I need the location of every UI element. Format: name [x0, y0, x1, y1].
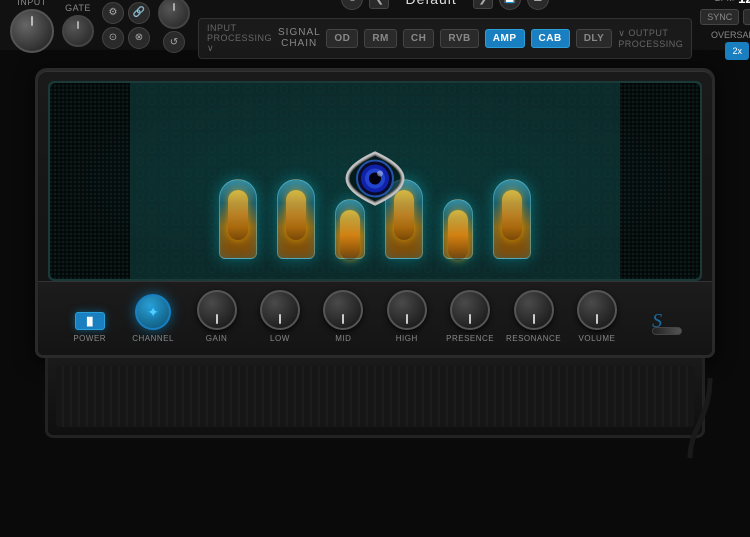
input-icon-row-bottom: ⊙ ⊗	[102, 27, 150, 49]
amp-logo	[310, 144, 440, 219]
input-knob[interactable]	[10, 9, 54, 53]
high-knob[interactable]	[387, 290, 427, 330]
center-section: ⊙ ❮ Default ❯ 💾 ☰ INPUT PROCESSING ∨ SIG…	[190, 0, 700, 63]
stereo-icon[interactable]: ⊗	[128, 27, 150, 49]
signal-chain-bar: INPUT PROCESSING ∨ SIGNAL CHAIN OD RM CH…	[198, 18, 692, 59]
tube-1	[219, 179, 257, 259]
amp-section: ▐▌ POWER CHANNEL GAIN LOW	[0, 50, 750, 456]
mid-label: MID	[335, 334, 351, 343]
input-knob-group: INPUT	[10, 0, 54, 53]
mid-group: MID	[312, 290, 375, 343]
prev-button[interactable]: ❮	[369, 0, 389, 9]
volume-knob[interactable]	[577, 290, 617, 330]
bpm-row: BPM 120	[715, 0, 750, 6]
fx-od[interactable]: OD	[326, 29, 358, 48]
copy-icon[interactable]: ⊙	[341, 0, 363, 10]
link-icon[interactable]: 🔗	[128, 2, 150, 24]
preset-name: Default	[395, 0, 466, 7]
sync-button[interactable]: SYNC	[700, 9, 739, 25]
presence-label: PRESENCE	[446, 334, 494, 343]
output-processing-label: ∨ OUTPUT PROCESSING	[618, 28, 683, 49]
input-section: INPUT GATE ⚙ 🔗 ⊙ ⊗ ↺	[10, 0, 190, 53]
gate-knob2[interactable]	[158, 0, 190, 29]
jack-connector	[652, 327, 682, 335]
bpm-label: BPM	[715, 0, 735, 3]
fx-rm[interactable]: RM	[364, 29, 397, 48]
power-label: POWER	[73, 334, 106, 343]
preset-nav: ⊙ ❮ Default ❯ 💾 ☰	[341, 0, 548, 10]
input-icon-row-top: ⚙ 🔗	[102, 2, 150, 24]
channel-indicator[interactable]	[135, 294, 171, 330]
input-icons: ⚙ 🔗 ⊙ ⊗	[102, 2, 150, 49]
bpm-value[interactable]: 120	[738, 0, 750, 6]
amp-container: ▐▌ POWER CHANNEL GAIN LOW	[35, 68, 715, 438]
input-label: INPUT	[17, 0, 47, 7]
cab-grille	[56, 366, 694, 427]
channel-group: CHANNEL	[121, 294, 184, 343]
volume-group: VOLUME	[565, 290, 628, 343]
amp-cabinet	[45, 358, 705, 438]
route-icon[interactable]: ↺	[163, 31, 185, 53]
resonance-group: RESONANCE	[502, 290, 565, 343]
gate-label: GATE	[65, 3, 91, 13]
amp-controls: ▐▌ POWER CHANNEL GAIN LOW	[38, 281, 712, 355]
next-button[interactable]: ❯	[473, 0, 493, 9]
bpm-buttons: SYNC TAP	[700, 9, 750, 25]
gain-knob[interactable]	[197, 290, 237, 330]
low-group: LOW	[248, 290, 311, 343]
input-processing-label: INPUT PROCESSING ∨	[207, 23, 272, 54]
channel-label: CHANNEL	[132, 334, 174, 343]
right-section: BPM 120 SYNC TAP OVERSAMP. 2x OUTPUT ∿	[700, 0, 750, 60]
high-group: HIGH	[375, 290, 438, 343]
tap-button[interactable]: TAP	[743, 9, 750, 25]
fx-dly[interactable]: DLY	[576, 29, 613, 48]
gain-group: GAIN	[185, 290, 248, 343]
low-label: LOW	[270, 334, 290, 343]
resonance-knob[interactable]	[514, 290, 554, 330]
presence-group: PRESENCE	[438, 290, 501, 343]
resonance-label: RESONANCE	[506, 334, 561, 343]
cabinet-section	[35, 358, 715, 438]
volume-label: VOLUME	[579, 334, 616, 343]
oversamp-label: OVERSAMP.	[711, 30, 750, 40]
gate-knob[interactable]	[62, 15, 94, 47]
high-label: HIGH	[396, 334, 418, 343]
power-group: ▐▌ POWER	[58, 312, 121, 343]
menu-icon[interactable]: ☰	[527, 0, 549, 10]
bpm-section: BPM 120 SYNC TAP OVERSAMP. 2x	[700, 0, 750, 60]
presence-knob[interactable]	[450, 290, 490, 330]
settings-icon[interactable]: ⚙	[102, 2, 124, 24]
fx-cab[interactable]: CAB	[531, 29, 570, 48]
power-button[interactable]: ▐▌	[75, 312, 105, 330]
signal-chain-title: SIGNAL CHAIN	[278, 27, 320, 49]
cable-area	[680, 378, 720, 458]
fx-rvb[interactable]: RVB	[440, 29, 478, 48]
tube-6	[493, 179, 531, 259]
mono-icon[interactable]: ⊙	[102, 27, 124, 49]
gain-label: GAIN	[206, 334, 228, 343]
tube-5	[443, 199, 473, 259]
oversamp-section: OVERSAMP. 2x	[711, 30, 750, 60]
gate-knob2-group: ↺	[158, 0, 190, 53]
save-icon[interactable]: 💾	[499, 0, 521, 10]
fx-ch[interactable]: CH	[403, 29, 434, 48]
amp-grille	[48, 81, 702, 281]
fx-amp[interactable]: AMP	[485, 29, 525, 48]
oversamp-button[interactable]: 2x	[725, 42, 749, 60]
gate-knob-group: GATE	[62, 3, 94, 47]
amp-head: ▐▌ POWER CHANNEL GAIN LOW	[35, 68, 715, 358]
mid-knob[interactable]	[323, 290, 363, 330]
low-knob[interactable]	[260, 290, 300, 330]
top-bar: INPUT GATE ⚙ 🔗 ⊙ ⊗ ↺ ⊙ ❮ Default	[0, 0, 750, 50]
